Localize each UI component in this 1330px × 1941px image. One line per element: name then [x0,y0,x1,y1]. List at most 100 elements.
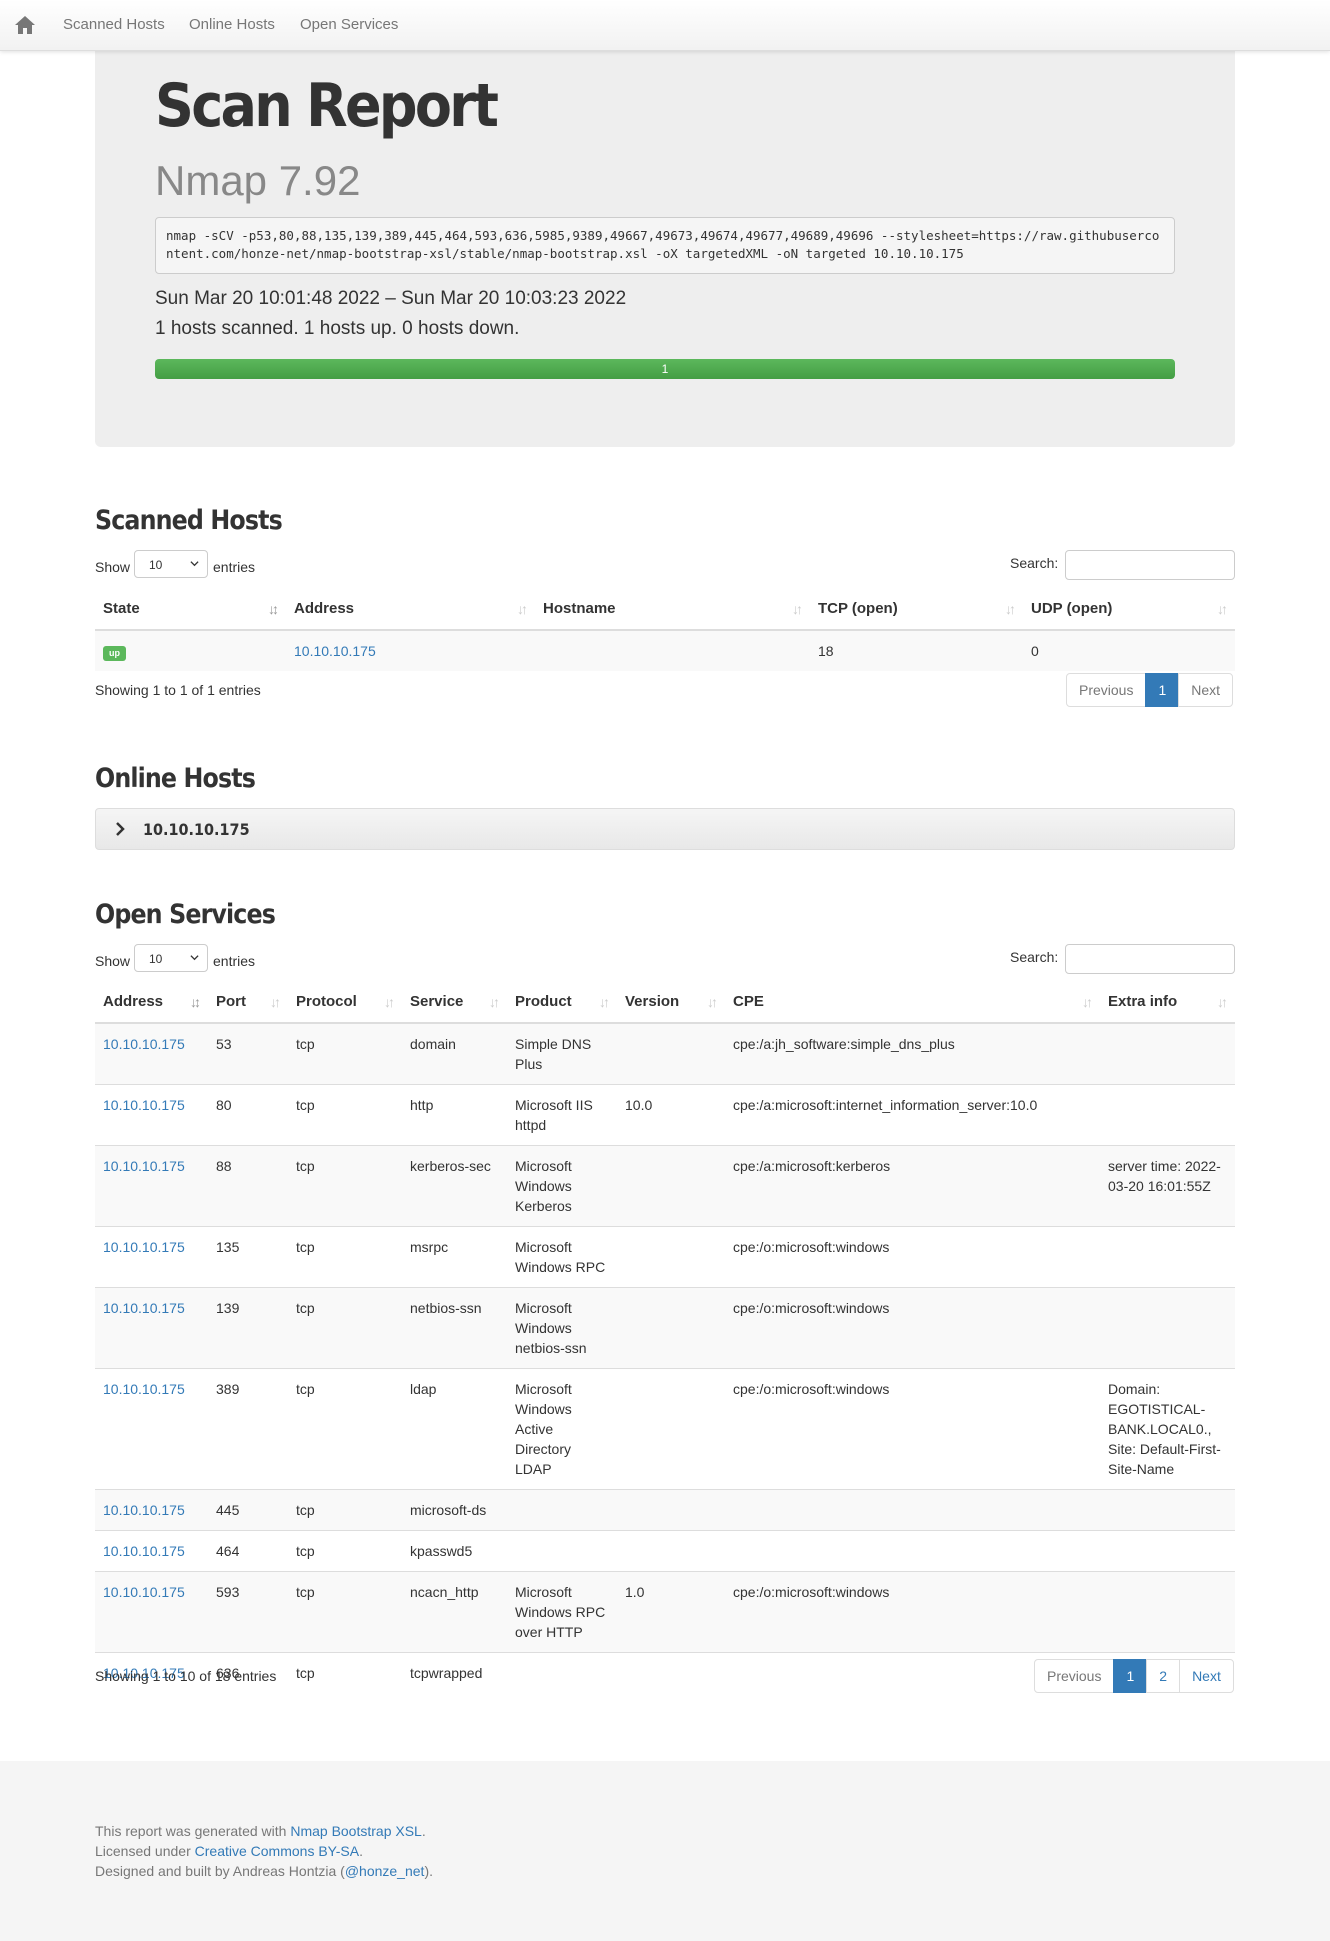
service-address-link[interactable]: 10.10.10.175 [103,1097,185,1113]
service-address-link[interactable]: 10.10.10.175 [103,1300,185,1316]
footer-link-license[interactable]: Creative Commons BY-SA [195,1843,359,1859]
table-row: 10.10.10.175 593 tcp ncacn_http Microsoft Wi… [95,1571,1235,1653]
table-row: 10.10.10.175 80 tcp http Microsoft IIS httpd… [95,1084,1235,1146]
version-cell [617,1530,725,1572]
show-label: Show [95,953,131,969]
protocol-cell: tcp [288,1530,402,1572]
table-row: 10.10.10.175 135 tcp msrpc Microsoft Windows… [95,1226,1235,1288]
command-line: nmap -sCV -p53,80,88,135,139,389,445,464… [155,217,1175,274]
service-address-link[interactable]: 10.10.10.175 [103,1543,185,1559]
footer-line-author: Designed and built by Andreas Hontzia (@… [95,1863,433,1879]
service-cell: http [402,1084,507,1146]
sort-icon: ↓↑ [1217,994,1228,1010]
host-panel[interactable]: 10.10.10.175 [95,808,1235,850]
table-row: 10.10.10.175 139 tcp netbios-ssn Microsoft W… [95,1287,1235,1369]
next-button[interactable]: Next [1179,1659,1234,1693]
previous-button[interactable]: Previous [1066,673,1147,707]
extra-info-cell [1100,1571,1235,1653]
table-row: up 10.10.10.175 18 0 [95,629,1235,671]
product-cell: Microsoft Windows Active Directory LDAP [507,1368,617,1490]
navbar: Scanned Hosts Online Hosts Open Services [0,0,1330,51]
service-address-link[interactable]: 10.10.10.175 [103,1584,185,1600]
udp-open-cell: 0 [1023,629,1235,671]
pagination-services: Previous 1 2 Next [1034,1659,1234,1693]
extra-info-cell: Domain: EGOTISTICAL-BANK.LOCAL0., Site: … [1100,1368,1235,1490]
col-header-protocol[interactable]: Protocol ↓↑ [288,981,402,1024]
report-header: Scan Report Nmap 7.92 nmap -sCV -p53,80,… [95,51,1235,447]
nav-scanned-hosts[interactable]: Scanned Hosts [63,16,165,33]
service-address-link[interactable]: 10.10.10.175 [103,1158,185,1174]
home-icon[interactable] [14,14,36,36]
sort-icon: ↓↑ [599,994,610,1010]
col-header-version[interactable]: Version ↓↑ [617,981,725,1024]
service-cell: microsoft-ds [402,1489,507,1531]
service-address-link[interactable]: 10.10.10.175 [103,1036,185,1052]
service-cell: netbios-ssn [402,1287,507,1369]
cpe-cell [725,1489,1100,1531]
col-header-product[interactable]: Product ↓↑ [507,981,617,1024]
footer-line-license: Licensed under Creative Commons BY-SA. [95,1843,363,1859]
footer-link-author[interactable]: @honze_net [345,1863,425,1879]
table-row: 10.10.10.175 88 tcp kerberos-sec Microsoft W… [95,1145,1235,1227]
port-cell: 464 [208,1530,288,1572]
chevron-right-icon [116,822,125,836]
product-cell: Microsoft Windows Kerberos [507,1145,617,1227]
port-cell: 53 [208,1022,288,1085]
page-length-select[interactable]: 10 [134,550,208,578]
next-button[interactable]: Next [1178,673,1234,707]
cpe-cell: cpe:/a:jh_software:simple_dns_plus [725,1022,1100,1085]
page-1-button[interactable]: 1 [1145,673,1180,707]
previous-button[interactable]: Previous [1034,1659,1115,1693]
search-input-services[interactable] [1065,944,1235,974]
product-cell: Microsoft Windows RPC [507,1226,617,1288]
cpe-cell: cpe:/o:microsoft:windows [725,1368,1100,1490]
protocol-cell: tcp [288,1084,402,1146]
col-header-tcp[interactable]: TCP (open) ↓↑ [810,588,1023,631]
cpe-cell: cpe:/a:microsoft:kerberos [725,1145,1100,1227]
col-header-port[interactable]: Port ↓↑ [208,981,288,1024]
sort-icon: ↓↑ [489,994,500,1010]
extra-info-cell [1100,1022,1235,1085]
col-header-udp[interactable]: UDP (open) ↓↑ [1023,588,1235,631]
protocol-cell: tcp [288,1226,402,1288]
section-title-online-hosts: Online Hosts [95,763,256,794]
port-cell: 135 [208,1226,288,1288]
cpe-cell: cpe:/o:microsoft:windows [725,1571,1100,1653]
page-2-button[interactable]: 2 [1146,1659,1181,1693]
col-header-state[interactable]: State ↓↕ [95,588,286,631]
sort-icon: ↓↑ [1217,601,1228,617]
nav-online-hosts[interactable]: Online Hosts [189,16,275,33]
search-input-hosts[interactable] [1065,550,1235,580]
col-header-cpe[interactable]: CPE ↓↑ [725,981,1100,1024]
product-cell: Microsoft Windows netbios-ssn [507,1287,617,1369]
protocol-cell: tcp [288,1022,402,1085]
service-address-link[interactable]: 10.10.10.175 [103,1381,185,1397]
col-header-address[interactable]: Address ↓↕ [95,981,208,1024]
service-cell: tcpwrapped [402,1652,507,1693]
page-length-select[interactable]: 10 [134,944,208,972]
sort-icon: ↓↑ [792,601,803,617]
version-cell [617,1226,725,1288]
table-info: Showing 1 to 1 of 1 entries [95,682,261,698]
service-cell: domain [402,1022,507,1085]
page-length-value: 10 [149,558,163,572]
col-header-address[interactable]: Address ↓↑ [286,588,535,631]
service-address-link[interactable]: 10.10.10.175 [103,1502,185,1518]
protocol-cell: tcp [288,1368,402,1490]
sort-icon: ↓↑ [1082,994,1093,1010]
section-title-scanned-hosts: Scanned Hosts [95,505,283,536]
hosts-progress: 1 [155,359,1175,379]
nav-open-services[interactable]: Open Services [300,16,398,33]
footer-link-nmap-bootstrap[interactable]: Nmap Bootstrap XSL [290,1823,422,1839]
col-header-extra-info[interactable]: Extra info ↓↑ [1100,981,1235,1024]
cpe-cell: cpe:/o:microsoft:windows [725,1287,1100,1369]
product-cell: Microsoft IIS httpd [507,1084,617,1146]
service-address-link[interactable]: 10.10.10.175 [103,1239,185,1255]
footer-line-generated: This report was generated with Nmap Boot… [95,1823,426,1839]
page-1-button[interactable]: 1 [1113,1659,1148,1693]
col-header-hostname[interactable]: Hostname ↓↑ [535,588,810,631]
host-address-link[interactable]: 10.10.10.175 [294,643,376,659]
protocol-cell: tcp [288,1287,402,1369]
extra-info-cell [1100,1530,1235,1572]
col-header-service[interactable]: Service ↓↑ [402,981,507,1024]
